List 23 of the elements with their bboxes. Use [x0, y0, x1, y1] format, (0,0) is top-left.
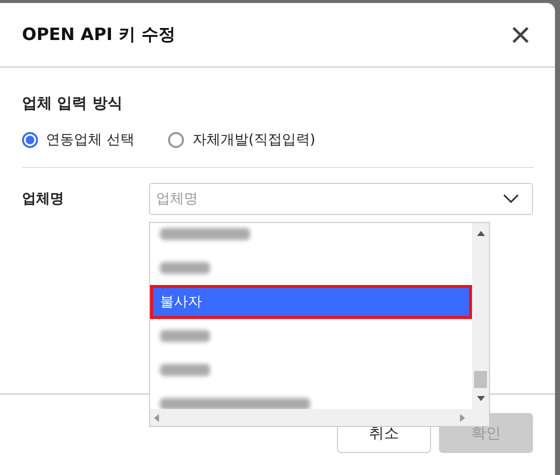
chevron-down-icon: [503, 194, 519, 204]
scroll-right-icon[interactable]: [460, 414, 465, 422]
dropdown-option[interactable]: 불사자: [150, 285, 472, 319]
scroll-left-icon[interactable]: [154, 414, 159, 422]
field-label: 업체명: [22, 190, 65, 208]
dialog-title: OPEN API 키 수정: [22, 24, 176, 46]
scroll-up-icon[interactable]: [476, 231, 484, 236]
close-button[interactable]: ×: [506, 16, 535, 52]
blurred-option[interactable]: [160, 330, 210, 342]
radio-label[interactable]: 연동업체 선택: [46, 131, 134, 149]
scroll-down-icon[interactable]: [476, 396, 484, 401]
blurred-option[interactable]: [160, 398, 310, 409]
blurred-option[interactable]: [160, 364, 210, 376]
radio-label[interactable]: 자체개발(직접입력): [192, 131, 316, 149]
vertical-scrollbar[interactable]: [472, 223, 489, 409]
company-select-field[interactable]: 업체명: [149, 183, 533, 215]
radio-button[interactable]: [22, 132, 38, 148]
blurred-option[interactable]: [160, 262, 210, 274]
section-heading: 업체 입력 방식: [22, 94, 124, 113]
blurred-option[interactable]: [160, 228, 250, 240]
scroll-thumb[interactable]: [474, 371, 487, 388]
horizontal-scrollbar[interactable]: [150, 409, 489, 426]
radio-button[interactable]: [168, 132, 184, 148]
